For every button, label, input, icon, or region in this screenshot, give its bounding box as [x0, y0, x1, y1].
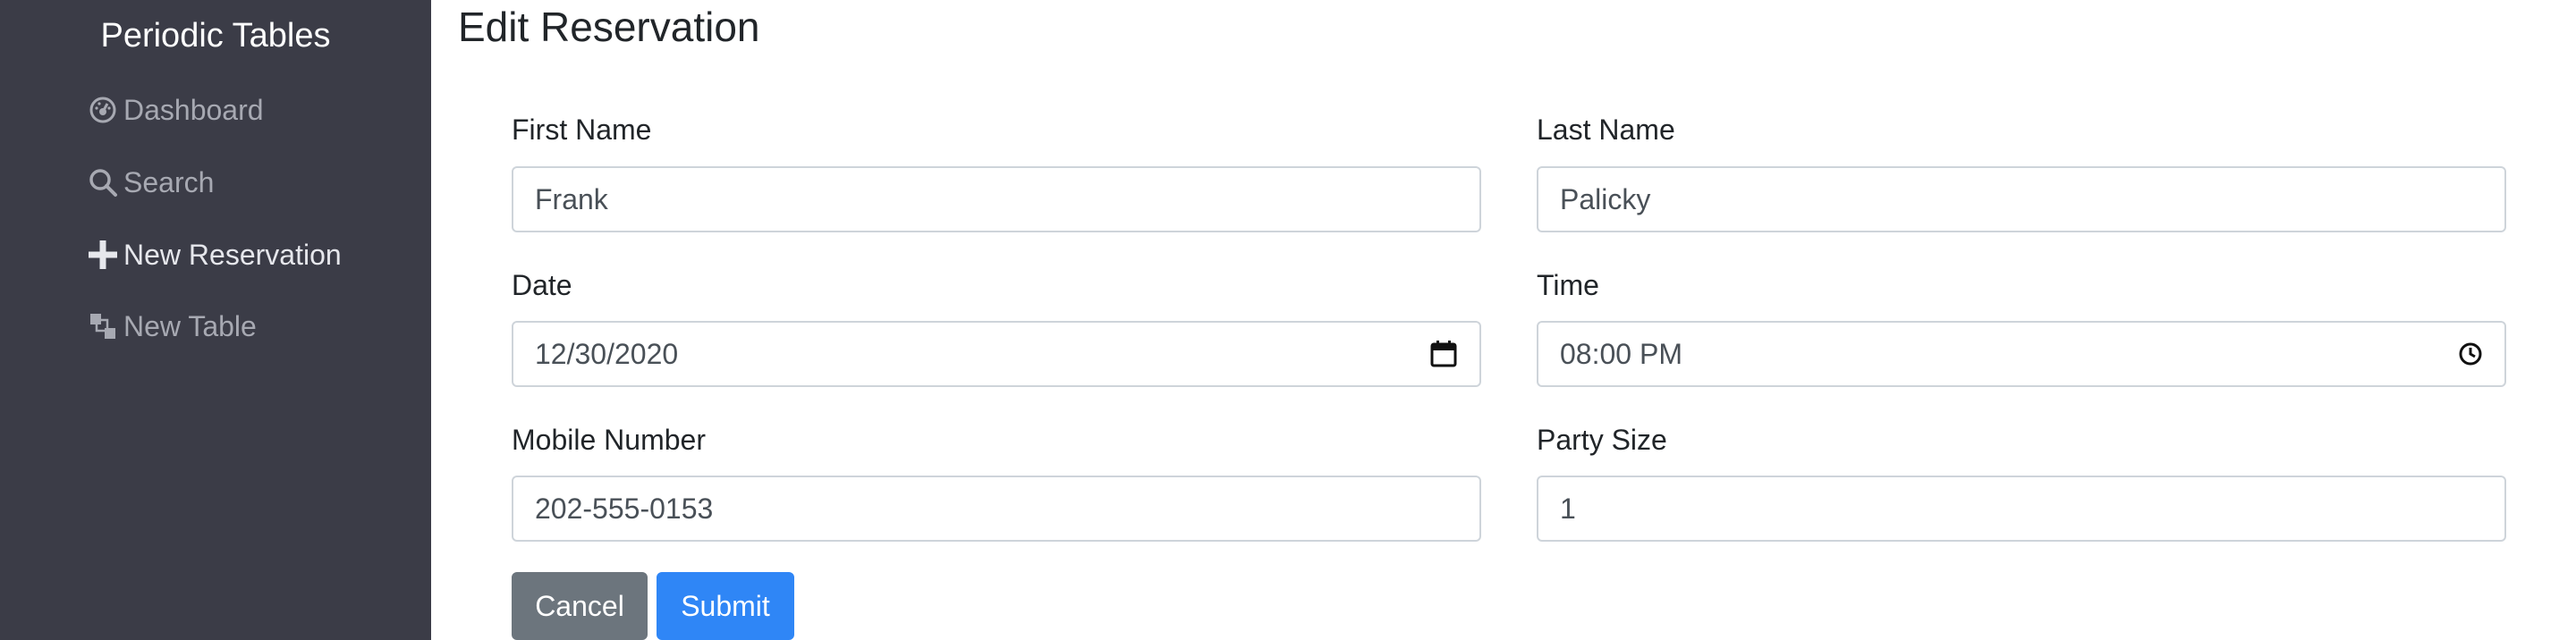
last-name-value: Palicky	[1560, 182, 1651, 215]
date-label: Date	[512, 269, 572, 301]
cancel-button[interactable]: Cancel	[512, 572, 648, 640]
submit-button[interactable]: Submit	[657, 572, 794, 640]
first-name-field[interactable]: Frank	[512, 166, 1481, 232]
mobile-number-value: 202-555-0153	[535, 492, 714, 525]
dashboard-icon	[88, 95, 118, 125]
sidebar-item-label: New Table	[123, 310, 257, 342]
sidebar-item-label: Dashboard	[123, 94, 264, 126]
party-size-label: Party Size	[1537, 424, 1667, 456]
app-layout: Periodic Tables Dashboard Search New Res…	[0, 0, 2576, 640]
brand-title[interactable]: Periodic Tables	[0, 13, 431, 59]
date-field[interactable]: 12/30/2020	[512, 321, 1481, 387]
mobile-number-label: Mobile Number	[512, 424, 706, 456]
last-name-field[interactable]: Palicky	[1537, 166, 2506, 232]
layers-icon	[88, 311, 118, 341]
sidebar: Periodic Tables Dashboard Search New Res…	[0, 0, 431, 640]
party-size-value: 1	[1560, 492, 1576, 525]
search-icon	[88, 167, 118, 198]
page-title: Edit Reservation	[458, 4, 760, 50]
sidebar-item-dashboard[interactable]: Dashboard	[88, 92, 264, 128]
last-name-label: Last Name	[1537, 114, 1675, 146]
sidebar-item-label: Search	[123, 166, 215, 198]
party-size-field[interactable]: 1	[1537, 476, 2506, 542]
time-value: 08:00 PM	[1560, 337, 1682, 370]
sidebar-item-new-reservation[interactable]: New Reservation	[88, 237, 342, 273]
main-content: Edit Reservation First Name Frank Last N…	[431, 0, 2576, 640]
sidebar-item-label: New Reservation	[123, 239, 342, 271]
first-name-value: Frank	[535, 182, 608, 215]
time-label: Time	[1537, 269, 1599, 301]
mobile-number-field[interactable]: 202-555-0153	[512, 476, 1481, 542]
date-value: 12/30/2020	[535, 337, 679, 370]
sidebar-item-search[interactable]: Search	[88, 164, 214, 200]
clock-icon[interactable]	[2458, 341, 2483, 366]
calendar-icon[interactable]	[1429, 340, 1458, 368]
sidebar-item-new-table[interactable]: New Table	[88, 308, 257, 344]
first-name-label: First Name	[512, 114, 652, 146]
time-field[interactable]: 08:00 PM	[1537, 321, 2506, 387]
plus-icon	[88, 240, 118, 270]
